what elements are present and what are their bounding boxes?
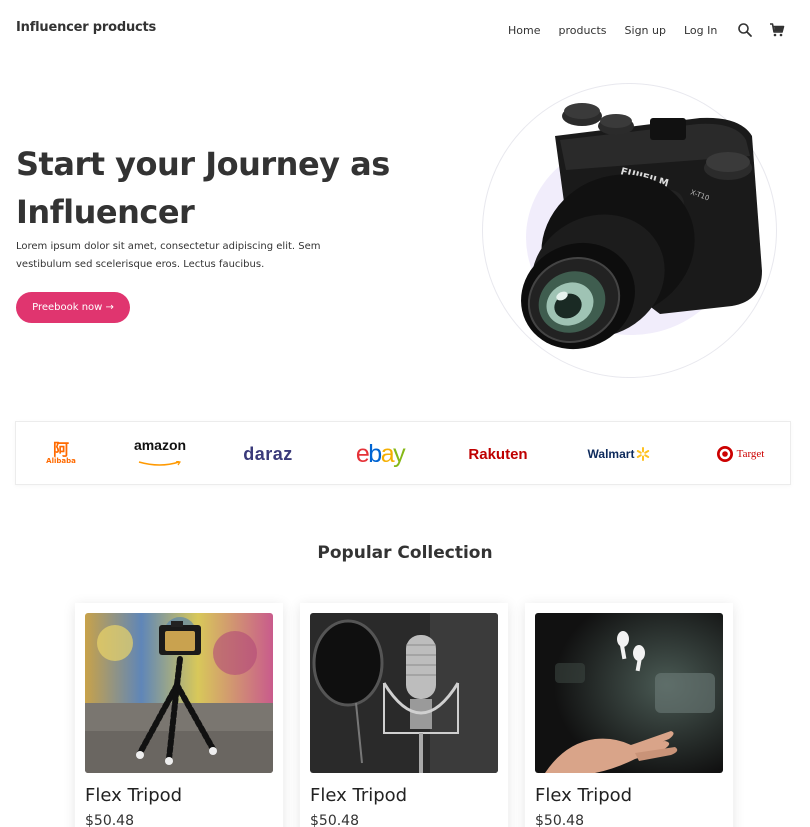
site-brand[interactable]: Influencer products: [16, 20, 156, 35]
microphone-photo[interactable]: [310, 613, 498, 773]
product-name: Flex Tripod: [85, 785, 183, 806]
nav-login[interactable]: Log In: [684, 24, 717, 37]
hero-title: Start your Journey as Influencer: [16, 145, 390, 231]
product-name: Flex Tripod: [535, 785, 633, 806]
walmart-logo[interactable]: Walmart: [578, 422, 660, 486]
product-name: Flex Tripod: [310, 785, 408, 806]
product-card[interactable]: Flex Tripod $50.48: [75, 603, 283, 827]
camera-image: FUJIFILM X-T10: [500, 96, 770, 370]
main-nav: Home products Sign up Log In: [508, 22, 799, 38]
alibaba-mark-icon: 阿: [52, 440, 69, 459]
amazon-logo[interactable]: amazon: [124, 422, 196, 486]
product-card[interactable]: Flex Tripod $50.48: [525, 603, 733, 827]
hero-description: Lorem ipsum dolor sit amet, consectetur …: [16, 241, 321, 270]
walmart-spark-icon: [637, 447, 650, 461]
search-icon[interactable]: [737, 22, 753, 38]
product-price: $50.48: [535, 813, 584, 827]
section-title-popular: Popular Collection: [317, 543, 493, 563]
product-card[interactable]: Flex Tripod $50.48: [300, 603, 508, 827]
tripod-photo[interactable]: [85, 613, 273, 773]
ebay-logo[interactable]: ebay: [344, 422, 416, 486]
nav-products[interactable]: products: [558, 24, 606, 37]
rakuten-logo[interactable]: Rakuten: [462, 422, 534, 486]
earbuds-photo[interactable]: [535, 613, 723, 773]
product-price: $50.48: [310, 813, 359, 827]
product-price: $50.48: [85, 813, 134, 827]
cart-icon[interactable]: [769, 22, 785, 38]
amazon-smile-icon: [138, 459, 181, 466]
target-bullseye-icon: [716, 446, 733, 462]
daraz-logo[interactable]: daraz: [238, 422, 298, 486]
brand-logos-strip: 阿 Alibaba amazon daraz ebay Rakuten Walm…: [15, 421, 791, 485]
target-logo[interactable]: Target: [706, 422, 774, 486]
nav-home[interactable]: Home: [508, 24, 540, 37]
header: Influencer products Home products Sign u…: [0, 0, 810, 58]
nav-signup[interactable]: Sign up: [625, 24, 666, 37]
alibaba-logo[interactable]: 阿 Alibaba: [30, 422, 92, 486]
prebook-button[interactable]: Preebook now →: [16, 292, 130, 323]
